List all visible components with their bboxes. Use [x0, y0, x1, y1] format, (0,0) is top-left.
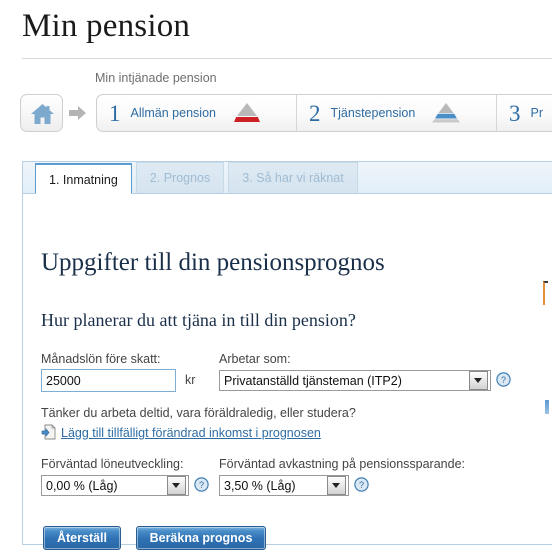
step-item-3[interactable]: 3 Pr: [497, 95, 552, 131]
form-heading: Uppgifter till din pensionsprognos: [41, 249, 385, 276]
app-root: Min pension Min intjänade pension 1 Allm…: [0, 0, 552, 553]
step-number: 1: [109, 100, 121, 126]
help-icon[interactable]: ?: [194, 477, 209, 492]
step-number: 3: [509, 100, 521, 126]
tab-strip: 1. Inmatning 2. Prognos 3. Så har vi räk…: [23, 162, 552, 194]
content-panel: 1. Inmatning 2. Prognos 3. Så har vi räk…: [22, 161, 552, 550]
svg-text:?: ?: [199, 480, 204, 490]
salary-growth-value: 0,00 % (Låg): [46, 478, 118, 493]
chevron-down-icon[interactable]: [167, 476, 186, 495]
svg-text:?: ?: [501, 375, 506, 385]
home-button[interactable]: [20, 94, 63, 132]
salary-unit: kr: [185, 373, 196, 387]
parttime-question: Tänker du arbeta deltid, vara föräldrale…: [41, 406, 356, 420]
triangle-red-icon: [233, 103, 260, 122]
step-label: Pr: [530, 106, 544, 120]
triangle-blue-icon: [432, 103, 461, 123]
step-label: Tjänstepension: [330, 106, 416, 120]
offscreen-fragment-bracket: [543, 281, 548, 305]
chevron-down-icon[interactable]: [469, 371, 488, 390]
occupation-value: Privatanställd tjänsteman (ITP2): [224, 373, 402, 388]
breadcrumb-caption: Min intjänade pension: [95, 71, 217, 85]
help-icon[interactable]: ?: [496, 372, 511, 387]
home-icon: [31, 104, 54, 124]
calculate-forecast-button[interactable]: Beräkna prognos: [136, 526, 266, 550]
tab-inmatning[interactable]: 1. Inmatning: [35, 163, 132, 194]
salary-label: Månadslön före skatt:: [41, 352, 161, 366]
form-subheading: Hur planerar du att tjäna in till din pe…: [41, 310, 356, 330]
add-temporary-income-link[interactable]: Lägg till tillfälligt förändrad inkomst …: [61, 426, 321, 440]
step-label: Allmän pension: [130, 106, 216, 120]
title-divider: [22, 58, 552, 59]
salary-growth-label: Förväntad löneutveckling:: [41, 457, 184, 471]
step-item-1[interactable]: 1 Allmän pension: [97, 95, 297, 131]
return-rate-value: 3,50 % (Låg): [224, 478, 296, 493]
salary-input[interactable]: [41, 369, 176, 392]
offscreen-fragment-marker: [545, 400, 549, 414]
add-document-icon[interactable]: [41, 424, 57, 440]
tab-prognos[interactable]: 2. Prognos: [135, 162, 225, 193]
arrow-right-icon: [69, 106, 86, 120]
svg-text:?: ?: [359, 480, 364, 490]
step-item-2[interactable]: 2 Tjänstepension: [297, 95, 497, 131]
tab-sa-har-vi-raknat[interactable]: 3. Så har vi räknat: [228, 162, 358, 193]
salary-growth-select[interactable]: 0,00 % (Låg): [41, 475, 189, 496]
return-rate-select[interactable]: 3,50 % (Låg): [219, 475, 349, 496]
chevron-down-icon[interactable]: [327, 476, 346, 495]
page-title: Min pension: [22, 8, 191, 44]
return-rate-label: Förväntad avkastning på pensionssparande…: [219, 457, 465, 471]
step-number: 2: [309, 100, 321, 126]
help-icon[interactable]: ?: [354, 477, 369, 492]
reset-button[interactable]: Återställ: [43, 526, 121, 550]
step-navigation: 1 Allmän pension 2 Tjänstepension 3 Pr: [96, 94, 552, 132]
occupation-label: Arbetar som:: [219, 352, 291, 366]
occupation-select[interactable]: Privatanställd tjänsteman (ITP2): [219, 370, 491, 391]
